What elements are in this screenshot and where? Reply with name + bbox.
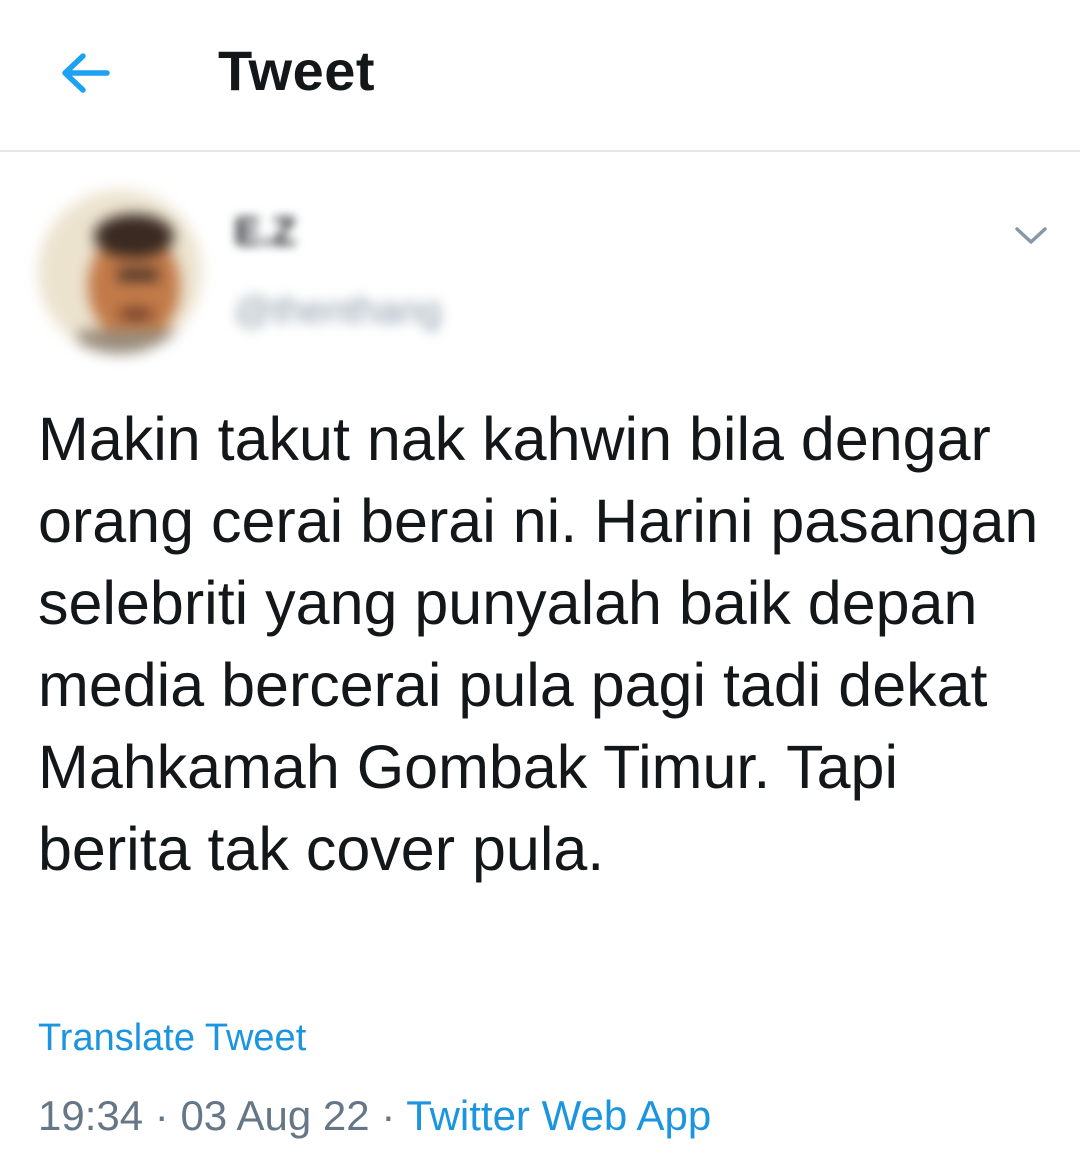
- back-button[interactable]: [50, 40, 120, 106]
- tweet-menu-button[interactable]: [1008, 216, 1054, 256]
- avatar[interactable]: [38, 190, 202, 354]
- page-title: Tweet: [218, 39, 376, 102]
- top-app-bar: Tweet: [0, 0, 1080, 152]
- author-display-name[interactable]: E.Z: [234, 210, 296, 255]
- author-handle[interactable]: @thenthang: [234, 290, 442, 333]
- tweet-date: 03 Aug 22: [180, 1092, 370, 1139]
- tweet-time: 19:34: [38, 1092, 144, 1139]
- tweet-text: Makin takut nak kahwin bila dengar orang…: [38, 405, 1039, 883]
- avatar-image: [38, 190, 202, 354]
- tweet-metadata: 19:34 · 03 Aug 22 · Twitter Web App: [38, 1092, 711, 1140]
- separator: ·: [154, 1092, 169, 1139]
- separator: ·: [381, 1092, 396, 1139]
- tweet-source-link[interactable]: Twitter Web App: [406, 1092, 711, 1139]
- chevron-down-icon: [1015, 227, 1047, 244]
- translate-tweet-link[interactable]: Translate Tweet: [38, 1017, 306, 1060]
- arrow-left-icon: [62, 53, 110, 93]
